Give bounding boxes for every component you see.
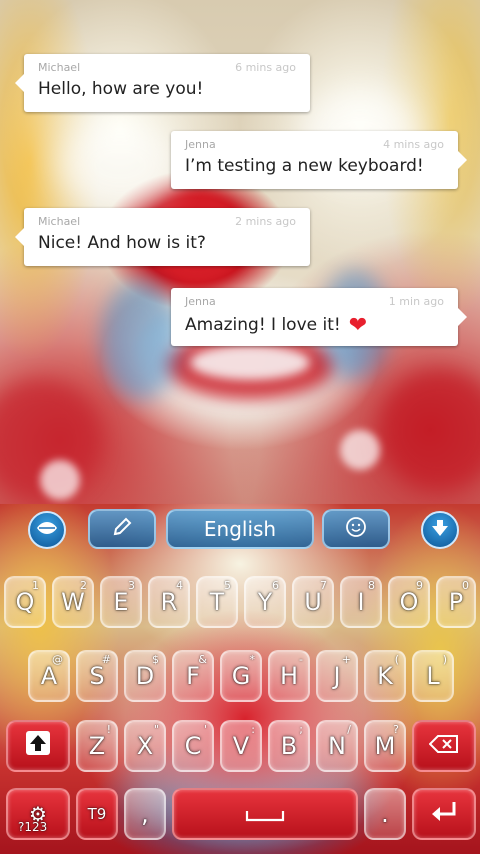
message-bubble-michael-2: Michael 2 mins ago Nice! And how is it?	[15, 208, 310, 266]
message-bubble-michael-1: Michael 6 mins ago Hello, how are you!	[15, 54, 310, 112]
smiley-icon	[345, 516, 367, 542]
message-timestamp: 4 mins ago	[383, 138, 444, 151]
hide-keyboard-icon	[430, 518, 450, 542]
key-a[interactable]: A @	[28, 650, 70, 702]
enter-return-icon	[430, 800, 458, 828]
key-w[interactable]: W2	[52, 576, 94, 628]
key-t[interactable]: T5	[196, 576, 238, 628]
key-m[interactable]: M?	[364, 720, 406, 772]
message-bubble-jenna-2: Jenna 1 min ago Amazing! I love it! ❤	[171, 288, 467, 346]
sender-name: Michael	[38, 215, 81, 228]
hide-keyboard-button[interactable]	[421, 511, 459, 549]
message-text: I’m testing a new keyboard!	[185, 156, 424, 176]
key-n[interactable]: N /	[316, 720, 358, 772]
key-g[interactable]: G *	[220, 650, 262, 702]
language-label: English	[203, 517, 277, 541]
symbols-key[interactable]: ⚙ ?123	[6, 788, 70, 840]
key-o[interactable]: O9	[388, 576, 430, 628]
key-q[interactable]: Q1	[4, 576, 46, 628]
message-text: Amazing! I love it! ❤	[185, 313, 368, 338]
message-text: Hello, how are you!	[38, 79, 204, 99]
t9-key[interactable]: T9	[76, 788, 118, 840]
backspace-key[interactable]	[412, 720, 476, 772]
message-bubble-jenna-1: Jenna 4 mins ago I’m testing a new keybo…	[171, 131, 467, 189]
key-p[interactable]: P0	[436, 576, 476, 628]
leaf-icon	[36, 520, 58, 540]
key-e[interactable]: E3	[100, 576, 142, 628]
backspace-icon	[428, 732, 459, 760]
key-i[interactable]: I8	[340, 576, 382, 628]
edit-button[interactable]	[88, 509, 156, 549]
comma-key[interactable]: ,	[124, 788, 166, 840]
space-bar-icon	[245, 800, 285, 828]
heart-icon: ❤	[348, 313, 368, 338]
enter-key[interactable]	[412, 788, 476, 840]
message-timestamp: 1 min ago	[388, 295, 444, 308]
language-button[interactable]: English	[166, 509, 314, 549]
key-f[interactable]: F &	[172, 650, 214, 702]
sender-name: Jenna	[185, 295, 216, 308]
key-z[interactable]: Z!	[76, 720, 118, 772]
shift-arrow-icon	[25, 730, 51, 762]
space-key[interactable]	[172, 788, 358, 840]
theme-button[interactable]	[28, 511, 66, 549]
pencil-icon	[111, 516, 133, 542]
keyboard: English Q1 W2 E3 R4 T5 Y6 U7 I8 O9 P0 A @…	[0, 504, 480, 854]
message-timestamp: 2 mins ago	[235, 215, 296, 228]
key-l[interactable]: L)	[412, 650, 454, 702]
key-s[interactable]: S #	[76, 650, 118, 702]
key-x[interactable]: X "	[124, 720, 166, 772]
key-r[interactable]: R4	[148, 576, 190, 628]
shift-key[interactable]	[6, 720, 70, 772]
key-h[interactable]: H-	[268, 650, 310, 702]
key-v[interactable]: V:	[220, 720, 262, 772]
sender-name: Michael	[38, 61, 81, 74]
key-j[interactable]: J +	[316, 650, 358, 702]
t9-key-label: T9	[87, 805, 107, 823]
key-u[interactable]: U7	[292, 576, 334, 628]
message-text: Nice! And how is it?	[38, 233, 206, 253]
symbols-key-label: ?123	[18, 820, 48, 834]
emoji-button[interactable]	[322, 509, 390, 549]
key-b[interactable]: B;	[268, 720, 310, 772]
sender-name: Jenna	[185, 138, 216, 151]
key-y[interactable]: Y6	[244, 576, 286, 628]
period-key[interactable]: .	[364, 788, 406, 840]
message-timestamp: 6 mins ago	[235, 61, 296, 74]
key-d[interactable]: D $	[124, 650, 166, 702]
key-k[interactable]: K(	[364, 650, 406, 702]
key-c[interactable]: C '	[172, 720, 214, 772]
